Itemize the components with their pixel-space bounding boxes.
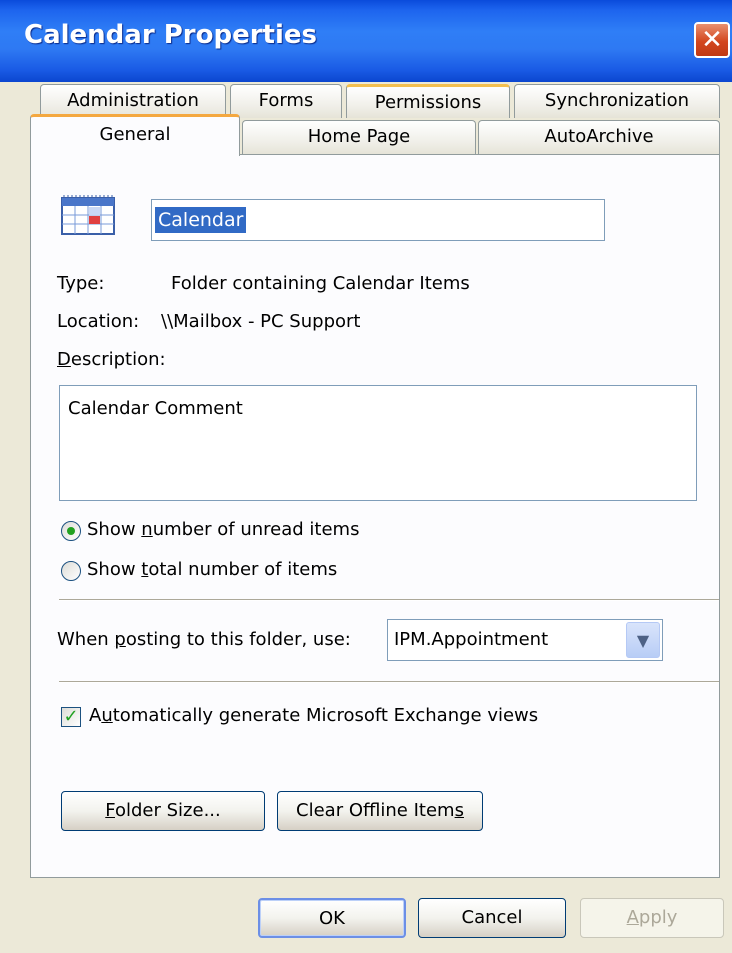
properties-dialog: Calendar Properties ✕ Administration For… [0, 0, 732, 953]
type-value: Folder containing Calendar Items [171, 273, 470, 294]
ok-button[interactable]: OK [258, 898, 406, 938]
tab-autoarchive[interactable]: AutoArchive [478, 120, 720, 154]
tab-home-page[interactable]: Home Page [242, 120, 476, 154]
tab-synchronization[interactable]: Synchronization [514, 84, 720, 118]
general-tab-panel: Calendar Type: Folder containing Calenda… [30, 154, 720, 878]
calendar-icon [61, 193, 117, 237]
folder-name-value: Calendar [155, 207, 247, 233]
divider [59, 681, 719, 683]
description-label: Description: [57, 349, 166, 370]
close-button[interactable]: ✕ [694, 22, 730, 58]
tab-label: Home Page [307, 126, 411, 147]
show-unread-radio[interactable] [61, 521, 81, 541]
tab-label: Synchronization [544, 90, 690, 111]
posting-form-value: IPM.Appointment [394, 629, 549, 650]
ok-label: OK [319, 908, 345, 929]
window-title: Calendar Properties [24, 20, 317, 50]
tab-label: Permissions [374, 92, 482, 113]
show-total-label[interactable]: Show total number of items [87, 559, 337, 580]
show-unread-label[interactable]: Show number of unread items [87, 519, 359, 540]
posting-label: When posting to this folder, use: [57, 629, 351, 650]
apply-button[interactable]: Apply [580, 898, 724, 938]
type-label: Type: [57, 273, 105, 294]
folder-size-button[interactable]: Folder Size... [61, 791, 265, 831]
location-label: Location: [57, 311, 140, 332]
description-textarea[interactable]: Calendar Comment [59, 385, 697, 501]
tab-label: General [99, 124, 171, 145]
posting-form-select[interactable]: IPM.Appointment ▼ [387, 619, 663, 661]
clear-offline-items-button[interactable]: Clear Offline Items [277, 791, 483, 831]
location-value: \\Mailbox - PC Support [161, 311, 361, 332]
description-value: Calendar Comment [68, 398, 243, 419]
tab-label: Administration [67, 90, 199, 111]
tab-label: AutoArchive [544, 126, 654, 147]
tab-administration[interactable]: Administration [40, 84, 226, 118]
auto-generate-views-label[interactable]: Automatically generate Microsoft Exchang… [89, 705, 538, 726]
folder-name-input[interactable]: Calendar [151, 199, 605, 241]
title-bar[interactable]: Calendar Properties ✕ [0, 0, 732, 82]
close-icon: ✕ [701, 25, 723, 55]
chevron-down-icon[interactable]: ▼ [626, 622, 660, 658]
divider [59, 599, 719, 601]
radio-selected-dot [67, 527, 75, 535]
tab-general[interactable]: General [30, 114, 240, 156]
tab-forms[interactable]: Forms [230, 84, 342, 118]
tab-permissions[interactable]: Permissions [346, 84, 510, 118]
cancel-label: Cancel [461, 907, 523, 928]
tab-label: Forms [258, 90, 314, 111]
auto-generate-views-checkbox[interactable]: ✓ [61, 707, 81, 727]
cancel-button[interactable]: Cancel [418, 898, 566, 938]
show-total-radio[interactable] [61, 561, 81, 581]
